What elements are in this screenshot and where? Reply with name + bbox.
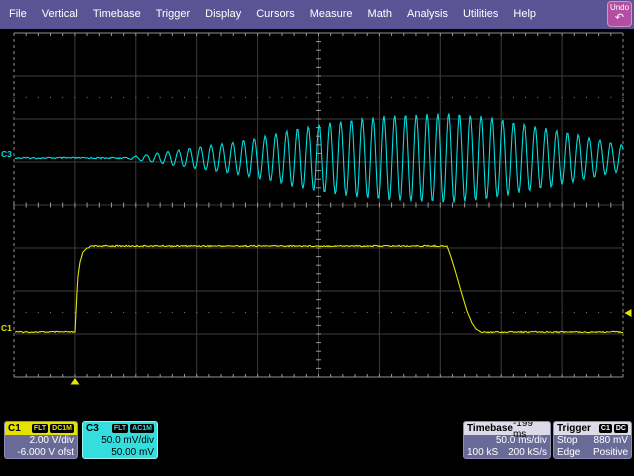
menu-utilities[interactable]: Utilities	[463, 0, 498, 29]
c3-channel-name: C3	[86, 423, 99, 434]
graticule	[14, 33, 623, 377]
timebase-rate: 200 kS/s	[508, 447, 547, 459]
trigger-descriptor-box[interactable]: Trigger C1 DC Stop 880 mV Edge Positive	[553, 421, 632, 459]
c1-volts-per-div: 2.00 V/div	[5, 435, 77, 447]
trigger-mode: Stop	[557, 435, 578, 447]
c3-filter-badge: FLT	[112, 424, 128, 433]
c1-channel-marker[interactable]: C1	[1, 323, 12, 333]
menu-math[interactable]: Math	[368, 0, 392, 29]
menu-file[interactable]: File	[9, 0, 27, 29]
trigger-coupling-badge: DC	[614, 424, 628, 433]
trigger-type: Edge	[557, 447, 580, 459]
c1-descriptor-header: C1 FLT DC1M	[5, 422, 77, 435]
menu-measure[interactable]: Measure	[310, 0, 353, 29]
waveform-display: C3 C1	[0, 0, 634, 476]
trigger-time-marker[interactable]	[71, 378, 80, 385]
undo-icon: ↶	[608, 13, 631, 24]
trigger-level: 880 mV	[594, 435, 628, 447]
c3-volts-per-div: 50.0 mV/div	[83, 435, 157, 447]
timebase-header: Timebase -199 ms	[464, 422, 550, 435]
c1-filter-badge: FLT	[32, 424, 48, 433]
c3-descriptor-box[interactable]: C3 FLT AC1M 50.0 mV/div 50.00 mV	[82, 421, 158, 459]
c3-descriptor-header: C3 FLT AC1M	[83, 422, 157, 435]
trigger-slope: Positive	[593, 447, 628, 459]
menu-cursors[interactable]: Cursors	[256, 0, 295, 29]
menu-vertical[interactable]: Vertical	[42, 0, 78, 29]
c3-offset: 50.00 mV	[83, 447, 157, 459]
timebase-per-div: 50.0 ms/div	[496, 435, 547, 447]
c1-channel-name: C1	[8, 423, 21, 434]
c1-coupling-badge: DC1M	[50, 424, 74, 433]
trigger-source-badge: C1	[599, 424, 612, 433]
menu-display[interactable]: Display	[205, 0, 241, 29]
menu-timebase[interactable]: Timebase	[93, 0, 141, 29]
c1-offset: -6.000 V ofst	[5, 447, 77, 459]
c1-descriptor-box[interactable]: C1 FLT DC1M 2.00 V/div -6.000 V ofst	[4, 421, 78, 459]
menu-bar: File Vertical Timebase Trigger Display C…	[0, 0, 634, 29]
c3-channel-marker[interactable]: C3	[1, 149, 12, 159]
menu-analysis[interactable]: Analysis	[407, 0, 448, 29]
timebase-samples: 100 kS	[467, 447, 498, 459]
trigger-header: Trigger C1 DC	[554, 422, 631, 435]
trigger-level-marker[interactable]	[625, 309, 632, 317]
menu-help[interactable]: Help	[513, 0, 536, 29]
menu-trigger[interactable]: Trigger	[156, 0, 190, 29]
timebase-descriptor-box[interactable]: Timebase -199 ms 50.0 ms/div 100 kS 200 …	[463, 421, 551, 459]
undo-button[interactable]: Undo ↶	[607, 1, 632, 27]
c3-coupling-badge: AC1M	[130, 424, 154, 433]
